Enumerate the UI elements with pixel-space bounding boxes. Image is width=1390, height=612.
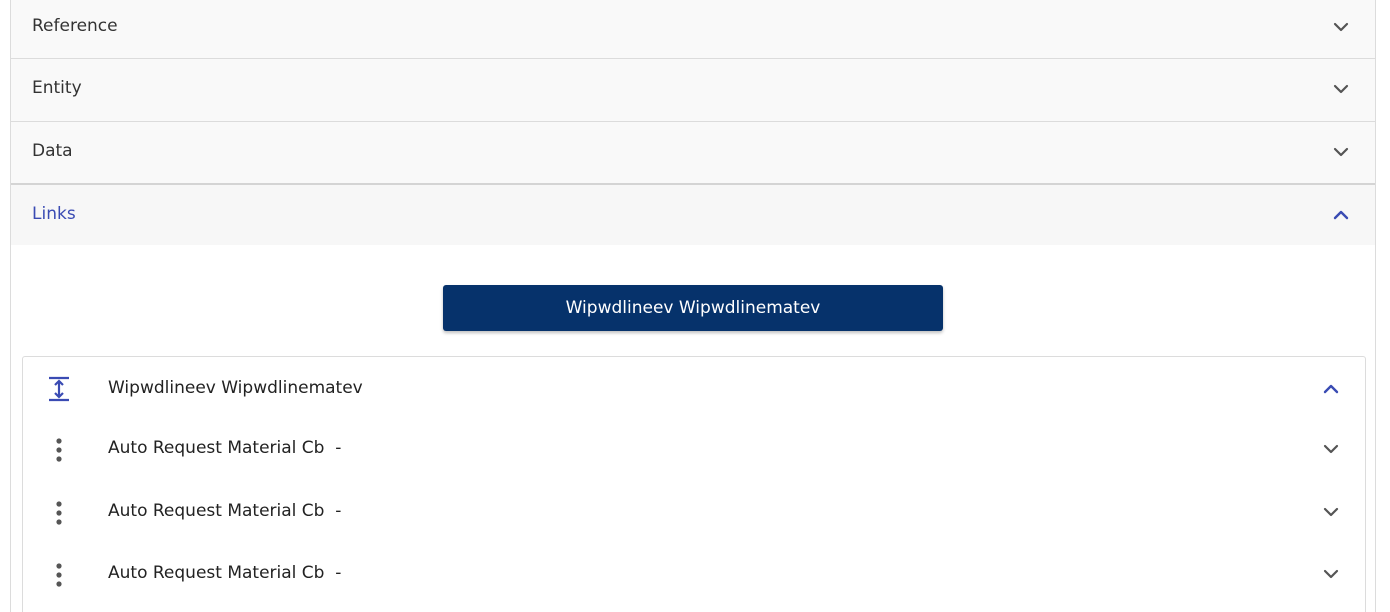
accordion-reference-label: Reference: [32, 16, 118, 36]
accordion-entity-header[interactable]: Entity: [11, 59, 1375, 122]
accordion-entity-label: Entity: [32, 78, 82, 98]
tree-item-row[interactable]: Auto Request Material Cb -: [23, 482, 1365, 542]
tree-item-row[interactable]: Auto Request Material Cb -: [23, 544, 1365, 604]
tree-item-label: Auto Request Material Cb -: [108, 501, 342, 521]
accordion-links-label: Links: [32, 204, 76, 224]
tree-root-label: Wipwdlineev Wipwdlinematev: [108, 378, 363, 398]
accordion-reference-header[interactable]: Reference: [11, 0, 1375, 59]
links-tree: Wipwdlineev Wipwdlinematev Auto Request …: [22, 356, 1366, 612]
accordion-data-label: Data: [32, 141, 73, 161]
tree-item-label: Auto Request Material Cb -: [108, 438, 342, 458]
more-vert-icon[interactable]: [47, 436, 71, 464]
page: Reference Entity Data Links Wipwdlineev …: [0, 0, 1390, 612]
accordion-links-header[interactable]: Links: [11, 185, 1375, 245]
details-panel: Reference Entity Data Links Wipwdlineev …: [10, 0, 1376, 612]
chevron-up-icon[interactable]: [1321, 379, 1341, 399]
tree-item-row[interactable]: Auto Request Material Cb -: [23, 419, 1365, 479]
accordion-data-header[interactable]: Data: [11, 122, 1375, 185]
chevron-down-icon[interactable]: [1321, 439, 1341, 459]
expand-vertical-icon[interactable]: [47, 375, 71, 403]
wipwdlineev-wipwdlinematev-button[interactable]: Wipwdlineev Wipwdlinematev: [443, 285, 943, 331]
chevron-down-icon: [1333, 147, 1349, 157]
chevron-down-icon: [1333, 84, 1349, 94]
more-vert-icon[interactable]: [47, 561, 71, 589]
chevron-down-icon[interactable]: [1321, 564, 1341, 584]
more-vert-icon[interactable]: [47, 499, 71, 527]
tree-root-row[interactable]: Wipwdlineev Wipwdlinematev: [23, 359, 1365, 419]
tree-item-label: Auto Request Material Cb -: [108, 563, 342, 583]
chevron-down-icon: [1333, 22, 1349, 32]
chevron-up-icon: [1333, 210, 1349, 220]
chevron-down-icon[interactable]: [1321, 502, 1341, 522]
